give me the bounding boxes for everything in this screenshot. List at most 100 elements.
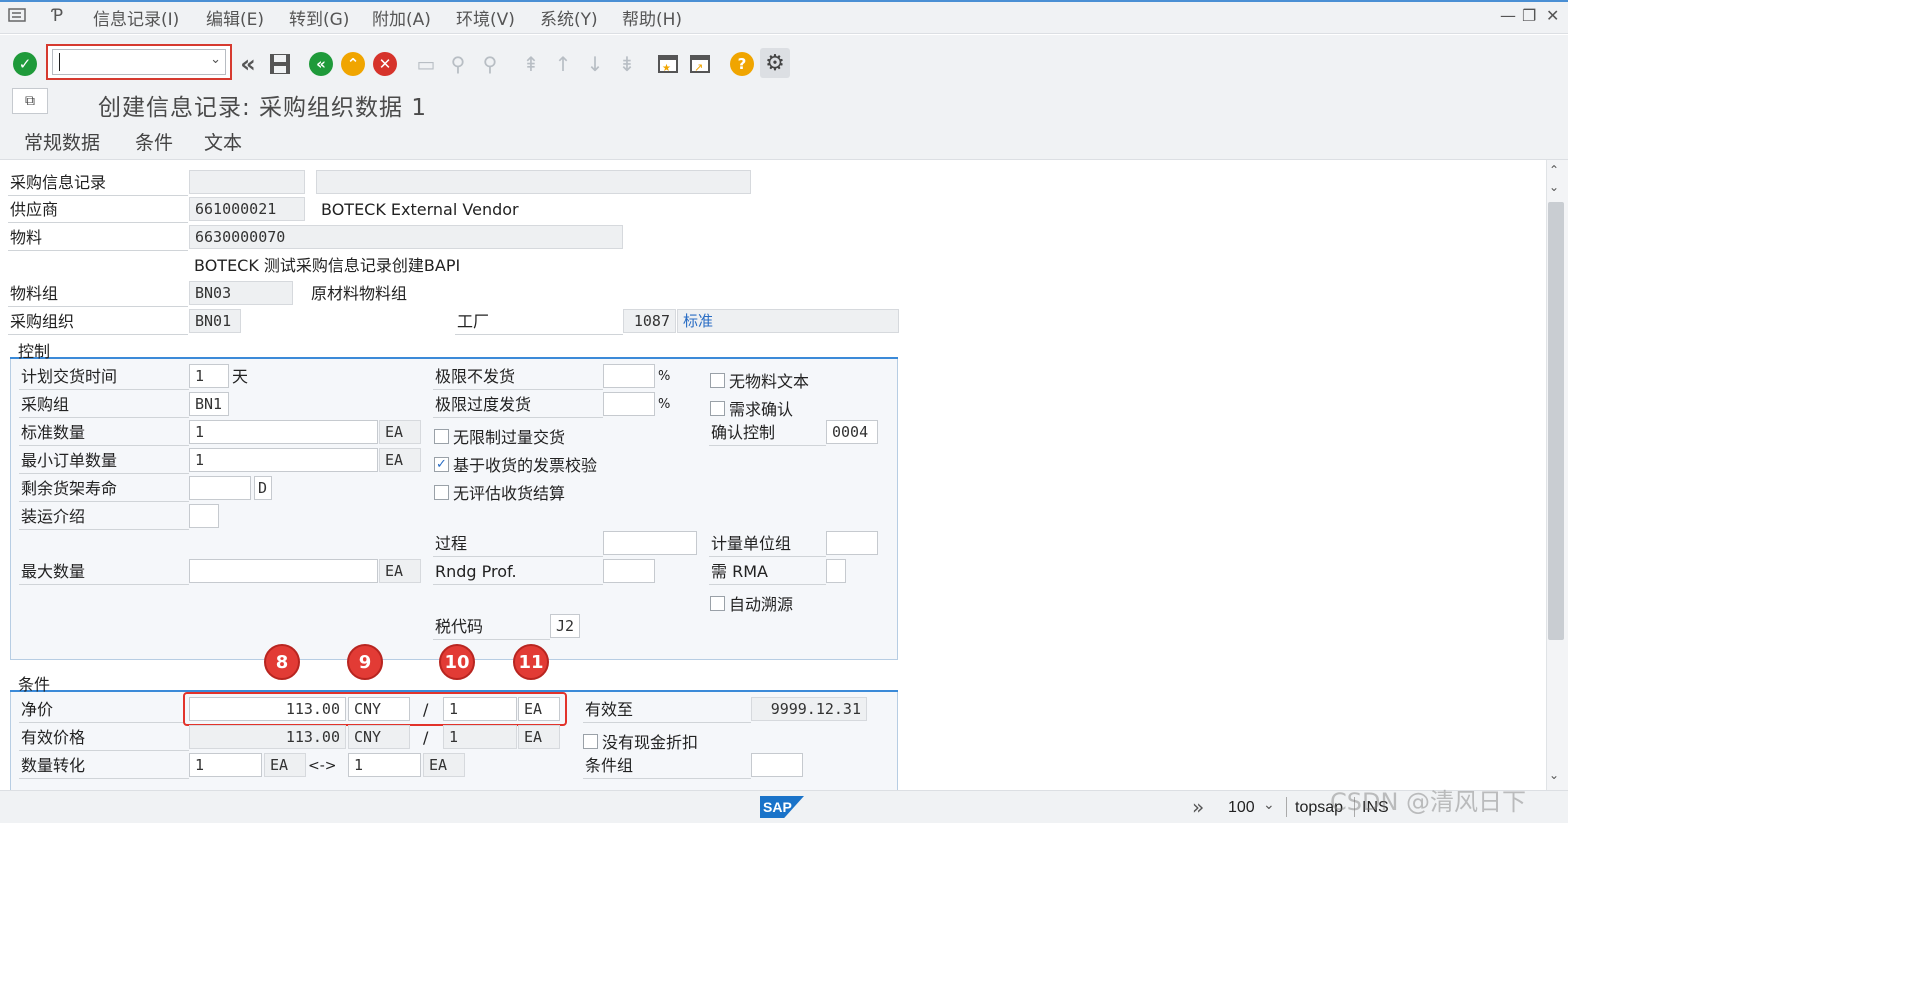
- display-change-icon[interactable]: ⧉: [12, 88, 48, 114]
- uom-group-field[interactable]: [826, 531, 878, 555]
- ack-req-checkbox[interactable]: [710, 400, 725, 416]
- conf-ctrl-label: 确认控制: [709, 420, 826, 446]
- window-menu-icon[interactable]: [8, 7, 28, 23]
- net-price-currency-field[interactable]: CNY: [348, 697, 410, 721]
- zoom-value[interactable]: 100: [1228, 799, 1255, 817]
- purch-group-field[interactable]: BN1: [189, 392, 229, 416]
- overdelivery-label: 极限过度发货: [433, 392, 603, 418]
- gr-iv-checkbox-row[interactable]: ✓ 基于收货的发票校验: [434, 452, 597, 476]
- no-cash-disc-checkbox-row[interactable]: 没有现金折扣: [583, 729, 698, 753]
- last-page-icon[interactable]: ⇟: [613, 50, 641, 78]
- next-page-icon[interactable]: ↓: [581, 50, 609, 78]
- shelf-life-unit[interactable]: D: [254, 476, 272, 500]
- status-divider: [1286, 797, 1287, 817]
- net-price-unit-field[interactable]: EA: [518, 697, 560, 721]
- rndg-field[interactable]: [603, 559, 655, 583]
- procedure-field[interactable]: [603, 531, 697, 555]
- no-eval-label: 无评估收货结算: [453, 484, 566, 503]
- underdelivery-field[interactable]: [603, 364, 655, 388]
- purch-group-label: 采购组: [19, 392, 189, 418]
- conf-ctrl-field[interactable]: 0004: [826, 420, 878, 444]
- tab-conditions[interactable]: 条件: [135, 128, 173, 155]
- rma-field[interactable]: [826, 559, 846, 583]
- cancel-icon[interactable]: ✕: [371, 50, 399, 78]
- menu-system[interactable]: 系统(Y): [540, 5, 598, 30]
- shelf-life-field[interactable]: [189, 476, 251, 500]
- exit-icon[interactable]: ⌃: [339, 50, 367, 78]
- overdelivery-field[interactable]: [603, 392, 655, 416]
- tab-general-data[interactable]: 常规数据: [24, 128, 100, 155]
- net-price-field[interactable]: 113.00: [189, 697, 346, 721]
- scroll-up-step-icon[interactable]: ⌄: [1549, 180, 1559, 194]
- valid-to-field: 9999.12.31: [751, 697, 867, 721]
- csdn-watermark: CSDN @清风日下: [1330, 788, 1527, 816]
- material-field: 6630000070: [189, 225, 623, 249]
- qty-conv-right-unit: EA: [423, 753, 465, 777]
- auto-source-checkbox-row[interactable]: 自动溯源: [710, 591, 793, 615]
- unlimited-checkbox[interactable]: [434, 428, 449, 444]
- zoom-dropdown-icon[interactable]: ⌄: [1263, 797, 1275, 813]
- qty-conv-right-field[interactable]: 1: [348, 753, 421, 777]
- no-mat-text-checkbox-row[interactable]: 无物料文本: [710, 368, 809, 392]
- save-icon[interactable]: [266, 50, 294, 78]
- scrollbar-thumb[interactable]: [1548, 202, 1564, 640]
- back-arrows-icon[interactable]: «: [234, 50, 262, 78]
- eff-price-field: 113.00: [189, 725, 346, 749]
- menu-goto[interactable]: 转到(G): [289, 5, 349, 30]
- no-eval-checkbox[interactable]: [434, 484, 449, 500]
- scroll-up-icon[interactable]: ⌃: [1549, 163, 1559, 177]
- qty-conv-arrow: <->: [308, 758, 337, 774]
- close-icon[interactable]: ✕: [1546, 6, 1559, 25]
- planned-delivery-field[interactable]: 1: [189, 364, 229, 388]
- menu-info-record[interactable]: 信息记录(I): [93, 5, 179, 30]
- ack-req-checkbox-row[interactable]: 需求确认: [710, 396, 793, 420]
- gr-iv-checkbox[interactable]: ✓: [434, 456, 449, 472]
- shortcut-icon[interactable]: ↗: [686, 50, 714, 78]
- shipping-field[interactable]: [189, 504, 219, 528]
- menu-edit[interactable]: 编辑(E): [206, 5, 264, 30]
- underdelivery-unit: %: [658, 369, 671, 384]
- print-icon[interactable]: ▭: [412, 50, 440, 78]
- underdelivery-label: 极限不发货: [433, 364, 603, 390]
- minimize-icon[interactable]: —: [1500, 6, 1516, 25]
- unlimited-label: 无限制过量交货: [453, 428, 566, 447]
- expand-status-icon[interactable]: »: [1192, 795, 1204, 819]
- auto-source-checkbox[interactable]: [710, 595, 725, 611]
- command-field[interactable]: ⌄: [52, 49, 226, 75]
- tab-texts[interactable]: 文本: [204, 128, 242, 155]
- settings-icon[interactable]: ⚙: [760, 48, 790, 78]
- menu-extras[interactable]: 附加(A): [372, 5, 431, 30]
- no-eval-checkbox-row[interactable]: 无评估收货结算: [434, 480, 565, 504]
- find-icon[interactable]: ⚲: [444, 50, 472, 78]
- svg-text:★: ★: [662, 63, 671, 74]
- planned-delivery-unit: 天: [232, 367, 249, 386]
- qty-conv-left-field[interactable]: 1: [189, 753, 262, 777]
- help-icon[interactable]: ?: [728, 50, 756, 78]
- personalize-icon[interactable]: Ƥ: [52, 6, 72, 26]
- no-mat-text-checkbox[interactable]: [710, 372, 725, 388]
- restore-icon[interactable]: ❐: [1522, 6, 1536, 25]
- back-icon[interactable]: «: [307, 50, 335, 78]
- check-icon[interactable]: ✓: [11, 50, 39, 78]
- purch-org-label: 采购组织: [8, 309, 188, 335]
- chevron-down-icon[interactable]: ⌄: [210, 52, 221, 67]
- sap-logo-text: SAP: [763, 799, 792, 815]
- unlimited-checkbox-row[interactable]: 无限制过量交货: [434, 424, 565, 448]
- scroll-down-icon[interactable]: ⌄: [1549, 768, 1559, 782]
- menu-help[interactable]: 帮助(H): [622, 5, 682, 30]
- max-qty-field[interactable]: [189, 559, 378, 583]
- material-label: 物料: [8, 225, 188, 251]
- plant-field: 1087: [623, 309, 676, 333]
- menu-environment[interactable]: 环境(V): [456, 5, 515, 30]
- cond-group-field[interactable]: [751, 753, 803, 777]
- new-session-icon[interactable]: ★: [654, 50, 682, 78]
- first-page-icon[interactable]: ⇞: [517, 50, 545, 78]
- find-next-icon[interactable]: ⚲: [476, 50, 504, 78]
- page-title: 创建信息记录: 采购组织数据 1: [98, 95, 428, 121]
- tax-code-field[interactable]: J2: [550, 614, 580, 638]
- net-price-per-field[interactable]: 1: [443, 697, 517, 721]
- prev-page-icon[interactable]: ↑: [549, 50, 577, 78]
- no-cash-disc-checkbox[interactable]: [583, 733, 598, 749]
- min-qty-field[interactable]: 1: [189, 448, 378, 472]
- std-qty-field[interactable]: 1: [189, 420, 378, 444]
